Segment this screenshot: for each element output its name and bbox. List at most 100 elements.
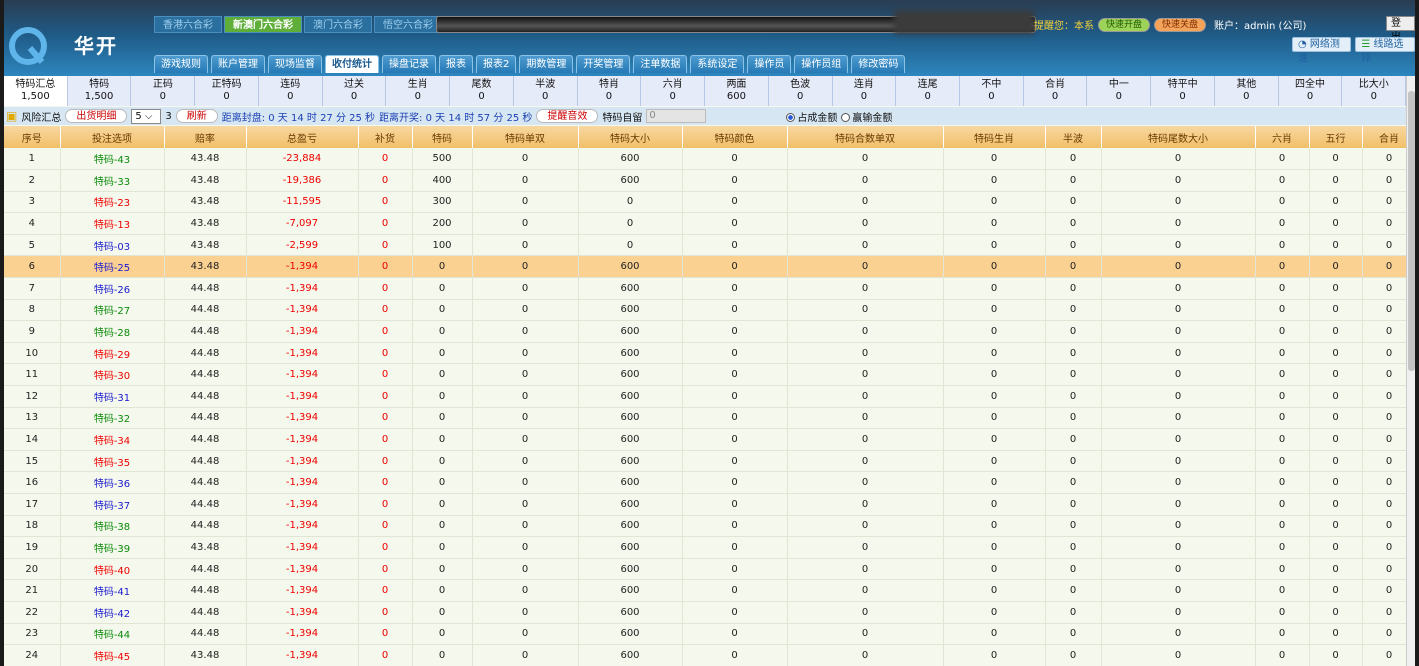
lottery-tab[interactable]: 悟空六合彩 [374, 16, 442, 33]
quick-close-button[interactable]: 快速关盘 [1154, 17, 1207, 32]
table-row[interactable]: 17 特码-37 44.48 -1,394 0 0 0 600 0 0 0 0 0 0 0 0 [4, 493, 1415, 516]
summary-cell[interactable]: 过关 0 [322, 76, 387, 106]
column-header[interactable]: 特码尾数大小 [1101, 126, 1256, 148]
table-row[interactable]: 10 特码-29 44.48 -1,394 0 0 0 600 0 0 0 0 0 0 0 0 [4, 342, 1415, 365]
nav-tab[interactable]: 操作员组 [794, 55, 849, 73]
nav-tab[interactable]: 开奖管理 [576, 55, 631, 73]
nav-tab[interactable]: 账户管理 [211, 55, 265, 73]
cell-opt[interactable]: 特码-30 [60, 363, 165, 387]
table-row[interactable]: 22 特码-42 44.48 -1,394 0 0 0 600 0 0 0 0 0 0 0 0 [4, 601, 1415, 624]
nav-tab[interactable]: 报表 [439, 55, 473, 73]
column-header[interactable]: 特码颜色 [682, 126, 788, 148]
table-row[interactable]: 20 特码-40 44.48 -1,394 0 0 0 600 0 0 0 0 0 0 0 0 [4, 558, 1415, 581]
summary-cell[interactable]: 合肖 0 [1023, 76, 1088, 106]
table-row[interactable]: 14 特码-34 44.48 -1,394 0 0 0 600 0 0 0 0 0 0 0 0 [4, 428, 1415, 451]
summary-cell[interactable]: 中一 0 [1087, 76, 1152, 106]
table-row[interactable]: 13 特码-32 44.48 -1,394 0 0 0 600 0 0 0 0 0 0 0 0 [4, 407, 1415, 430]
summary-cell[interactable]: 半波 0 [513, 76, 578, 106]
cell-opt[interactable]: 特码-37 [60, 493, 165, 516]
nav-tab[interactable]: 报表2 [476, 55, 517, 73]
summary-cell[interactable]: 正特码 0 [195, 76, 259, 106]
column-header[interactable]: 特码生肖 [943, 126, 1046, 148]
cell-opt[interactable]: 特码-42 [60, 601, 165, 624]
lottery-tab[interactable]: 澳门六合彩 [304, 16, 372, 33]
detail-button[interactable]: 出货明细 [65, 109, 128, 123]
summary-cell[interactable]: 六肖 0 [641, 76, 706, 106]
lottery-tab[interactable]: 香港六合彩 [154, 16, 222, 33]
cell-opt[interactable]: 特码-44 [60, 623, 165, 646]
summary-cell[interactable]: 连肖 0 [832, 76, 897, 106]
column-header[interactable]: 半波 [1045, 126, 1102, 148]
cell-opt[interactable]: 特码-26 [60, 277, 165, 300]
summary-cell[interactable]: 特码汇总 1,500 [4, 76, 68, 106]
network-test-button[interactable]: ◔ 网络测速 [1292, 37, 1352, 64]
table-row[interactable]: 4 特码-13 43.48 -7,097 0 200 0 0 0 0 0 0 0 0 0 0 [4, 212, 1415, 235]
cell-opt[interactable]: 特码-29 [60, 342, 165, 365]
column-header[interactable]: 五行 [1309, 126, 1363, 148]
summary-cell[interactable]: 四全中 0 [1278, 76, 1343, 106]
scrollbar[interactable] [1406, 76, 1415, 666]
cell-opt[interactable]: 特码-31 [60, 385, 165, 408]
table-row[interactable]: 12 特码-31 44.48 -1,394 0 0 0 600 0 0 0 0 0 0 0 0 [4, 385, 1415, 408]
column-header[interactable]: 投注选项 [60, 126, 165, 148]
radio-share[interactable]: 占成金额 [786, 109, 837, 124]
refresh-button[interactable]: 刷新 [175, 109, 218, 123]
column-header[interactable]: 总盈亏 [246, 126, 359, 148]
column-header[interactable]: 六肖 [1255, 126, 1310, 148]
table-row[interactable]: 8 特码-27 44.48 -1,394 0 0 0 600 0 0 0 0 0 0 0 0 [4, 299, 1415, 322]
table-row[interactable]: 2 特码-33 43.48 -19,386 0 400 0 600 0 0 0 0 0 0 0 0 [4, 169, 1415, 192]
summary-cell[interactable]: 特肖 0 [577, 76, 642, 106]
table-row[interactable]: 19 特码-39 43.48 -1,394 0 0 0 600 0 0 0 0 0 0 0 0 [4, 536, 1415, 559]
cell-opt[interactable]: 特码-23 [60, 191, 165, 214]
cell-opt[interactable]: 特码-34 [60, 428, 165, 451]
table-row[interactable]: 11 特码-30 44.48 -1,394 0 0 0 600 0 0 0 0 0 0 0 0 [4, 363, 1415, 387]
cell-opt[interactable]: 特码-35 [60, 450, 165, 473]
summary-cell[interactable]: 比大小 0 [1342, 76, 1407, 106]
nav-tab[interactable]: 系统设定 [690, 55, 745, 73]
table-row[interactable]: 1 特码-43 43.48 -23,884 0 500 0 600 0 0 0 0 0 0 0 0 [4, 148, 1415, 171]
cell-opt[interactable]: 特码-33 [60, 169, 165, 192]
nav-tab[interactable]: 注单数据 [633, 55, 688, 73]
nav-tab[interactable]: 收付统计 [325, 55, 379, 73]
nav-tab[interactable]: 期数管理 [519, 55, 574, 73]
cell-opt[interactable]: 特码-25 [60, 255, 165, 279]
summary-cell[interactable]: 不中 0 [960, 76, 1024, 106]
nav-tab[interactable]: 操作员 [747, 55, 792, 73]
nav-tab[interactable]: 游戏规则 [154, 55, 208, 73]
logout-button[interactable]: 登出 [1386, 16, 1415, 43]
scroll-thumb[interactable] [1408, 91, 1415, 371]
cell-opt[interactable]: 特码-36 [60, 471, 165, 494]
cell-opt[interactable]: 特码-43 [60, 148, 165, 171]
nav-tab[interactable]: 修改密码 [851, 55, 906, 73]
summary-cell[interactable]: 连尾 0 [896, 76, 961, 106]
nav-tab[interactable]: 操盘记录 [382, 55, 436, 73]
summary-cell[interactable]: 色波 0 [768, 76, 833, 106]
sound-button[interactable]: 提醒音效 [536, 109, 599, 123]
cell-opt[interactable]: 特码-27 [60, 299, 165, 322]
summary-cell[interactable]: 连码 0 [258, 76, 323, 106]
summary-cell[interactable]: 特平中 0 [1151, 76, 1215, 106]
table-row[interactable]: 21 特码-41 44.48 -1,394 0 0 0 600 0 0 0 0 0 0 0 0 [4, 579, 1415, 602]
cell-opt[interactable]: 特码-32 [60, 407, 165, 430]
table-row[interactable]: 6 特码-25 43.48 -1,394 0 0 0 600 0 0 0 0 0 0 0 0 [4, 255, 1415, 279]
table-row[interactable]: 9 特码-28 44.48 -1,394 0 0 0 600 0 0 0 0 0 0 0 0 [4, 320, 1415, 343]
column-header[interactable]: 特码合数单双 [787, 126, 944, 148]
quick-open-button[interactable]: 快速开盘 [1098, 17, 1151, 32]
radio-winloss[interactable]: 赢输金额 [841, 109, 892, 124]
summary-cell[interactable]: 尾数 0 [450, 76, 514, 106]
table-row[interactable]: 3 特码-23 43.48 -11,595 0 300 0 0 0 0 0 0 0 0 0 0 [4, 191, 1415, 214]
table-row[interactable]: 24 特码-45 43.48 -1,394 0 0 0 600 0 0 0 0 0 0 0 0 [4, 644, 1415, 666]
summary-cell[interactable]: 两面 600 [705, 76, 769, 106]
table-row[interactable]: 15 特码-35 44.48 -1,394 0 0 0 600 0 0 0 0 0 0 0 0 [4, 450, 1415, 473]
column-header[interactable]: 特码大小 [578, 126, 683, 148]
column-header[interactable]: 序号 [4, 126, 61, 148]
table-row[interactable]: 16 特码-36 44.48 -1,394 0 0 0 600 0 0 0 0 0 0 0 0 [4, 471, 1415, 494]
table-row[interactable]: 5 特码-03 43.48 -2,599 0 100 0 0 0 0 0 0 0 0 0 0 [4, 234, 1415, 257]
column-header[interactable]: 特码单双 [472, 126, 579, 148]
table-row[interactable]: 18 特码-38 44.48 -1,394 0 0 0 600 0 0 0 0 0 0 0 0 [4, 515, 1415, 538]
cell-opt[interactable]: 特码-03 [60, 234, 165, 257]
cell-opt[interactable]: 特码-38 [60, 515, 165, 538]
cell-opt[interactable]: 特码-13 [60, 212, 165, 235]
cell-opt[interactable]: 特码-45 [60, 644, 165, 666]
column-header[interactable]: 补货 [358, 126, 413, 148]
